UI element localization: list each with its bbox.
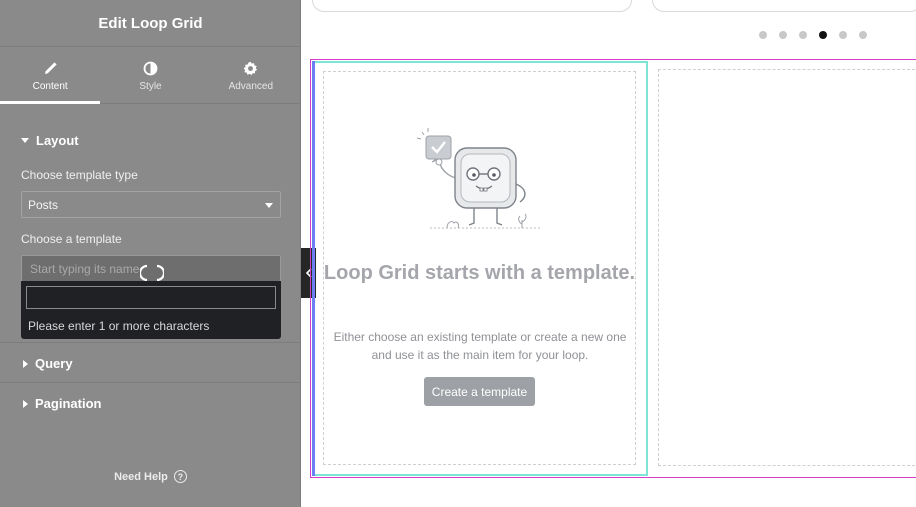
panel-tabs: Content Style Advanced <box>0 48 301 104</box>
template-dropdown: Please enter 1 or more characters <box>21 281 281 339</box>
caret-right-icon <box>23 359 28 368</box>
carousel-dot[interactable] <box>799 31 807 39</box>
carousel-card <box>312 0 632 12</box>
carousel-dot[interactable] <box>819 31 827 39</box>
app-root: Edit Loop Grid Content Style Advanced La… <box>0 0 916 507</box>
carousel-dot[interactable] <box>779 31 787 39</box>
carousel-dot[interactable] <box>859 31 867 39</box>
caret-down-icon <box>21 138 29 143</box>
template-search-input[interactable] <box>26 286 276 309</box>
pencil-icon <box>41 60 59 78</box>
need-help-label: Need Help <box>114 470 168 483</box>
tab-advanced-label: Advanced <box>228 80 274 92</box>
panel-title: Edit Loop Grid <box>0 0 301 47</box>
caret-right-icon <box>23 399 28 408</box>
tab-content-label: Content <box>32 80 68 92</box>
template-type-label: Choose template type <box>21 168 138 182</box>
template-label: Choose a template <box>21 232 122 246</box>
template-type-value: Posts <box>28 197 59 212</box>
gear-icon <box>242 60 260 78</box>
carousel-dot[interactable] <box>759 31 767 39</box>
section-layout-toggle[interactable]: Layout <box>21 133 79 148</box>
section-layout-label: Layout <box>36 133 79 148</box>
tab-style-label: Style <box>139 80 162 92</box>
section-pagination-toggle[interactable]: Pagination <box>21 396 101 411</box>
tab-style[interactable]: Style <box>100 48 200 103</box>
chevron-down-icon <box>265 203 273 208</box>
half-circle-icon <box>141 60 159 78</box>
tab-advanced[interactable]: Advanced <box>201 48 301 103</box>
dropdown-message: Please enter 1 or more characters <box>28 319 210 333</box>
empty-state-title: Loop Grid starts with a template. <box>323 262 636 284</box>
loading-spinner-icon <box>140 264 164 282</box>
need-help-link[interactable]: Need Help ? <box>0 470 301 483</box>
empty-state-description: Either choose an existing template or cr… <box>333 330 627 362</box>
create-template-button[interactable]: Create a template <box>424 377 535 406</box>
template-type-select[interactable]: Posts <box>21 191 281 218</box>
robot-illustration <box>416 128 540 229</box>
divider <box>0 342 301 343</box>
carousel-pagination <box>759 31 867 39</box>
section-query-toggle[interactable]: Query <box>21 356 73 371</box>
section-pagination-label: Pagination <box>35 396 102 411</box>
template-placeholder: Start typing its name <box>30 261 140 276</box>
question-circle-icon: ? <box>173 470 187 483</box>
carousel-dot[interactable] <box>839 31 847 39</box>
loop-grid-item <box>658 69 916 466</box>
tab-content[interactable]: Content <box>0 48 101 104</box>
divider <box>0 382 301 383</box>
carousel-card <box>652 0 916 12</box>
section-query-label: Query <box>35 356 73 371</box>
editor-panel: Edit Loop Grid Content Style Advanced La… <box>0 0 301 507</box>
